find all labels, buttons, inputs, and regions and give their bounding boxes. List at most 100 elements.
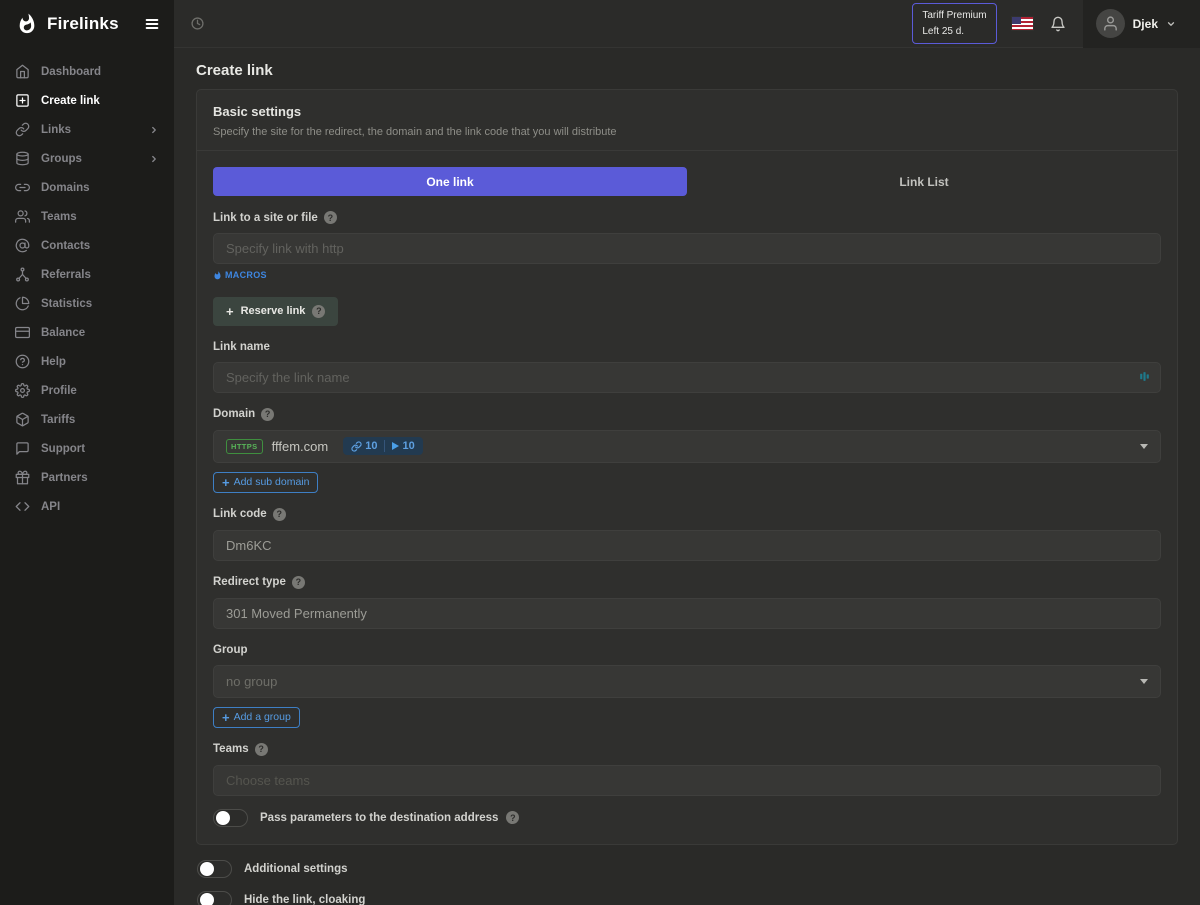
card-header: Basic settings Specify the site for the … <box>197 90 1177 151</box>
reserve-link-button[interactable]: + Reserve link ? <box>213 297 338 326</box>
sidebar-item-dashboard[interactable]: Dashboard <box>0 57 174 86</box>
clock-icon <box>191 17 204 30</box>
help-icon[interactable]: ? <box>292 576 305 589</box>
sidebar-item-statistics[interactable]: Statistics <box>0 289 174 318</box>
help-icon[interactable]: ? <box>255 743 268 756</box>
domain-select[interactable]: HTTPS fffem.com 10 10 <box>213 430 1161 463</box>
link-url-input[interactable] <box>213 233 1161 264</box>
users-icon <box>15 209 30 224</box>
sidebar: Firelinks Dashboard Create link Links Gr… <box>0 0 174 905</box>
card-body: One link Link List Link to a site or fil… <box>197 151 1177 844</box>
teams-label: Teams <box>213 743 249 755</box>
sidebar-item-label: Teams <box>41 211 77 223</box>
pass-params-row: Pass parameters to the destination addre… <box>213 809 1161 827</box>
add-group-button[interactable]: + Add a group <box>213 707 300 728</box>
plus-icon: + <box>222 476 230 489</box>
sidebar-item-profile[interactable]: Profile <box>0 376 174 405</box>
sidebar-item-contacts[interactable]: Contacts <box>0 231 174 260</box>
sidebar-item-links[interactable]: Links <box>0 115 174 144</box>
chevron-right-icon <box>149 154 159 164</box>
generate-name-icon[interactable] <box>1138 370 1151 383</box>
help-icon[interactable]: ? <box>312 305 325 318</box>
sidebar-item-label: API <box>41 501 60 513</box>
card-title: Basic settings <box>213 104 1161 119</box>
pass-params-label: Pass parameters to the destination addre… <box>260 812 498 824</box>
sidebar-item-support[interactable]: Support <box>0 434 174 463</box>
macros-link[interactable]: MACROS <box>213 270 267 280</box>
help-circle-icon <box>15 354 30 369</box>
add-sub-domain-button[interactable]: + Add sub domain <box>213 472 318 493</box>
pie-chart-icon <box>15 296 30 311</box>
additional-settings-toggle[interactable] <box>197 860 232 878</box>
link-code-input[interactable] <box>213 530 1161 561</box>
sidebar-item-tariffs[interactable]: Tariffs <box>0 405 174 434</box>
sidebar-item-label: Groups <box>41 153 82 165</box>
help-icon[interactable]: ? <box>261 408 274 421</box>
brand: Firelinks <box>0 0 174 48</box>
sidebar-item-label: Partners <box>41 472 88 484</box>
sidebar-item-referrals[interactable]: Referrals <box>0 260 174 289</box>
sidebar-item-balance[interactable]: Balance <box>0 318 174 347</box>
chevron-down-icon <box>1166 19 1176 29</box>
group-label-row: Group <box>213 644 1161 656</box>
gear-icon <box>15 383 30 398</box>
select-caret-icon <box>1140 679 1148 688</box>
sidebar-item-label: Domains <box>41 182 90 194</box>
sidebar-item-create-link[interactable]: Create link <box>0 86 174 115</box>
https-badge: HTTPS <box>226 439 263 454</box>
teams-input[interactable] <box>213 765 1161 796</box>
cloaking-toggle[interactable] <box>197 891 232 905</box>
link-name-label-row: Link name <box>213 341 1161 353</box>
home-icon <box>15 64 30 79</box>
sidebar-item-partners[interactable]: Partners <box>0 463 174 492</box>
at-sign-icon <box>15 238 30 253</box>
sidebar-item-domains[interactable]: Domains <box>0 173 174 202</box>
language-flag-icon[interactable] <box>1012 17 1033 30</box>
flame-icon <box>213 271 222 280</box>
database-icon <box>15 151 30 166</box>
tariff-badge[interactable]: Tariff Premium Left 25 d. <box>912 3 996 44</box>
link-code-label: Link code <box>213 508 267 520</box>
package-icon <box>15 412 30 427</box>
link-icon <box>15 122 30 137</box>
sidebar-item-label: Balance <box>41 327 85 339</box>
basic-settings-card: Basic settings Specify the site for the … <box>196 89 1178 845</box>
reserve-link-label: Reserve link <box>241 305 306 317</box>
sidebar-item-label: Dashboard <box>41 66 101 78</box>
group-select[interactable]: no group <box>213 665 1161 698</box>
group-value: no group <box>226 674 277 689</box>
sidebar-item-api[interactable]: API <box>0 492 174 521</box>
tab-one-link[interactable]: One link <box>213 167 687 196</box>
notifications-bell-icon[interactable] <box>1050 16 1066 32</box>
domain-value: fffem.com <box>272 439 329 454</box>
pass-params-toggle[interactable] <box>213 809 248 827</box>
macros-label: MACROS <box>225 270 267 280</box>
redirect-type-input[interactable] <box>213 598 1161 629</box>
hamburger-menu-icon[interactable] <box>144 16 160 32</box>
link-name-input[interactable] <box>213 362 1161 393</box>
sidebar-item-groups[interactable]: Groups <box>0 144 174 173</box>
avatar <box>1096 9 1125 38</box>
help-icon[interactable]: ? <box>506 811 519 824</box>
redirects-count-stat: 10 <box>392 440 414 452</box>
cloaking-label: Hide the link, cloaking <box>244 894 365 905</box>
domain-label: Domain <box>213 408 255 420</box>
redirect-type-label-row: Redirect type ? <box>213 576 1161 589</box>
help-icon[interactable]: ? <box>273 508 286 521</box>
link-url-label: Link to a site or file <box>213 212 318 224</box>
help-icon[interactable]: ? <box>324 211 337 224</box>
credit-card-icon <box>15 325 30 340</box>
flame-logo-icon <box>16 13 38 35</box>
pill-divider <box>384 440 385 452</box>
sidebar-item-label: Support <box>41 443 85 455</box>
link-mode-tabs: One link Link List <box>213 167 1161 196</box>
sidebar-item-label: Statistics <box>41 298 92 310</box>
links-count: 10 <box>365 440 377 452</box>
tab-link-list[interactable]: Link List <box>687 167 1161 196</box>
code-icon <box>15 499 30 514</box>
sidebar-item-teams[interactable]: Teams <box>0 202 174 231</box>
tariff-name: Tariff Premium <box>922 8 986 24</box>
user-menu[interactable]: Djek <box>1083 0 1200 48</box>
sidebar-item-help[interactable]: Help <box>0 347 174 376</box>
select-caret-icon <box>1140 444 1148 453</box>
